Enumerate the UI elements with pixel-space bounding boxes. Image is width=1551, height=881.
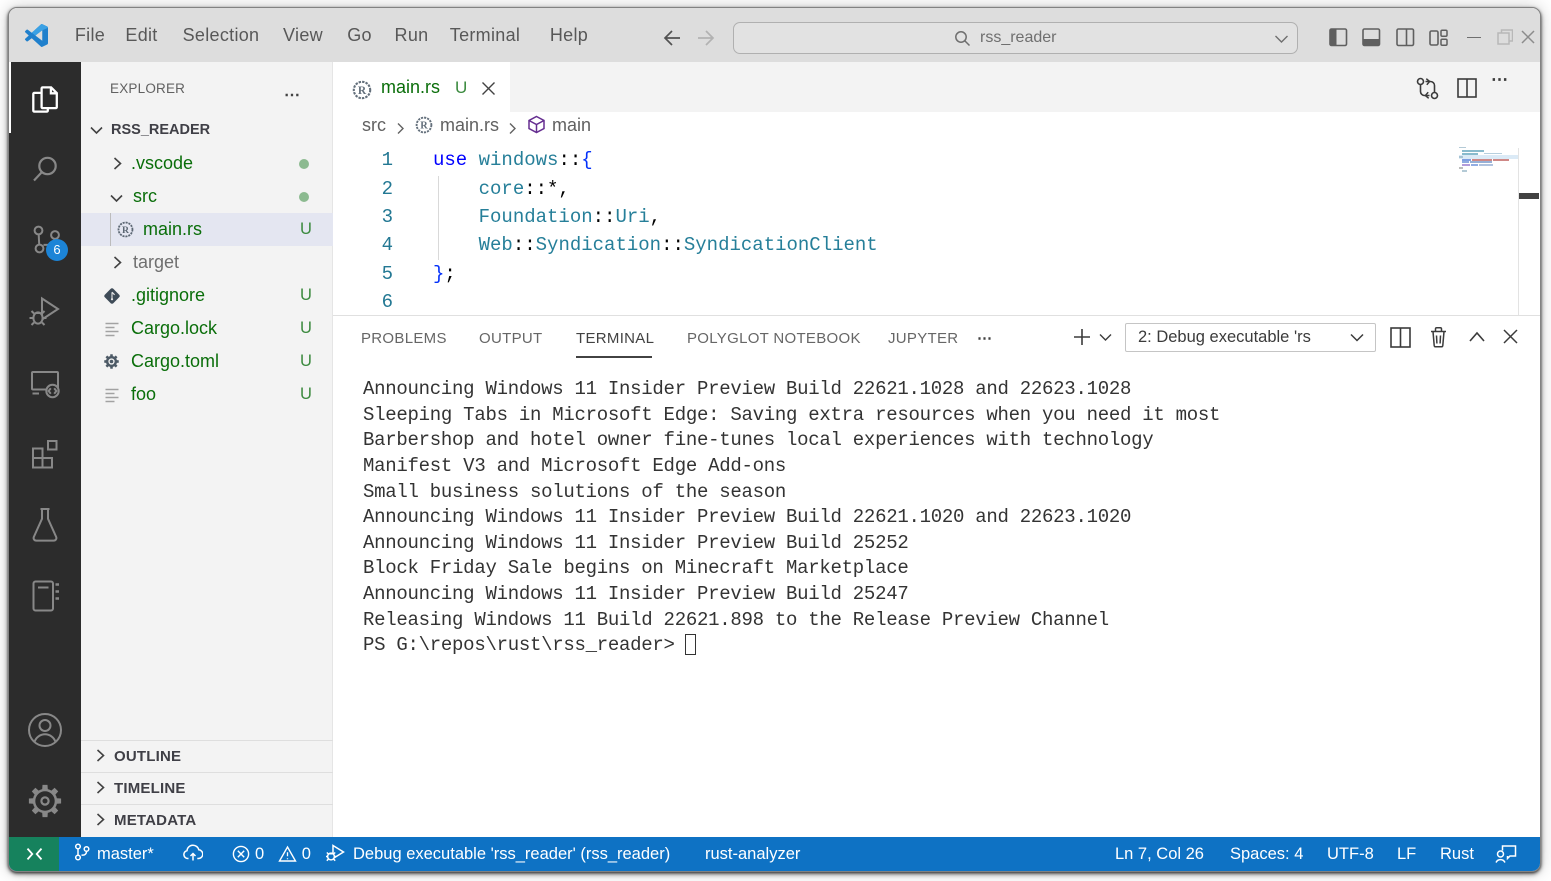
- svg-text:R: R: [420, 121, 428, 132]
- svg-text:R: R: [358, 85, 367, 97]
- svg-text:R: R: [122, 225, 130, 236]
